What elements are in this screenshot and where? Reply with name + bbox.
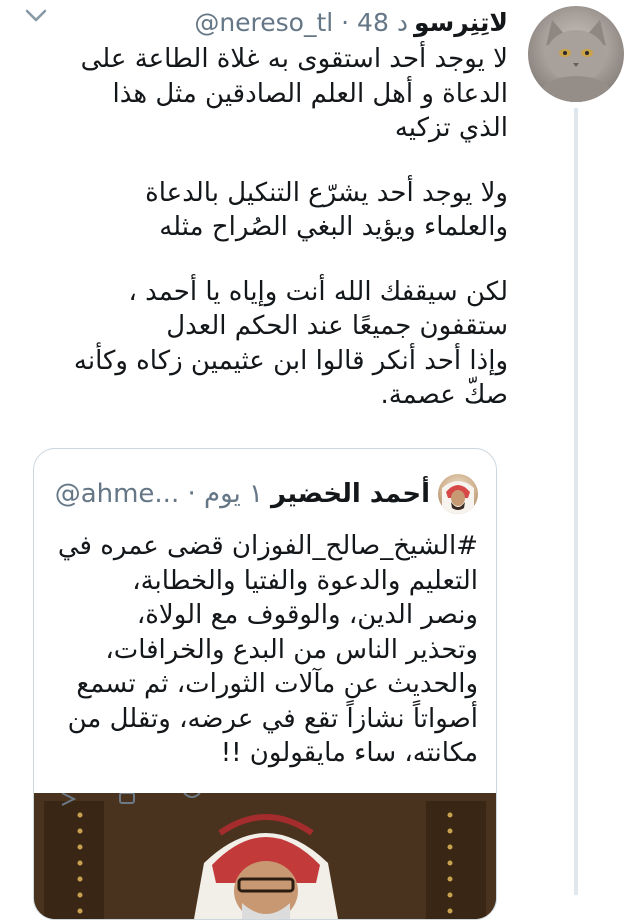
quoted-handle-and-time[interactable]: @ahme... · ١ يوم — [55, 479, 263, 509]
tweet-text: لا يوجد أحد استقوى به غلاة الطاعة على ال… — [18, 42, 508, 413]
handle-and-time[interactable]: @nereso_tl · 48 د — [194, 8, 408, 37]
quoted-text-line: أصواتاً نشازاً تقع في عرضه، وتقلل من — [67, 703, 478, 734]
quoted-media-image[interactable] — [34, 793, 496, 919]
text-line: ستقفون جميعًا عند الحكم العدل — [166, 311, 508, 341]
tweet-card: لاتِنِرسو @nereso_tl · 48 د لا يوجد أحد … — [0, 0, 640, 920]
user-avatar[interactable] — [438, 474, 478, 514]
text-line: الذي تزكيه — [394, 113, 508, 143]
text-line: الدعاة و أهل العلم الصادقين مثل هذا — [112, 78, 508, 109]
quoted-text: #الشيخ_صالح_الفوزان قضى عمره في التعليم … — [52, 529, 478, 771]
quoted-text-line: وتحذير الناس من البدع والخرافات، — [105, 634, 478, 665]
quoted-tweet[interactable]: أحمد الخضير @ahme... · ١ يوم #الشيخ_صالح… — [33, 448, 497, 920]
tweet-paragraph: ولا يوجد أحد يشرّع التنكيل بالدعاة والعل… — [18, 176, 508, 245]
tweet-paragraph: لا يوجد أحد استقوى به غلاة الطاعة على ال… — [18, 42, 508, 146]
text-line: ولا يوجد أحد يشرّع التنكيل بالدعاة — [145, 177, 508, 208]
tweet-header: لاتِنِرسو @nereso_tl · 48 د — [60, 4, 508, 40]
quoted-text-line: مكانته، ساء مايقولون !! — [220, 738, 478, 768]
thread-line — [574, 108, 578, 895]
quoted-text-line: ونصر الدين، والوقوف مع الولاة، — [136, 600, 478, 630]
tweet-paragraph: لكن سيقفك الله أنت وإياه يا أحمد ، ستقفو… — [18, 275, 508, 413]
text-line: صكّ عصمة. — [380, 380, 508, 410]
quoted-text-line: #الشيخ_صالح_الفوزان قضى عمره في — [57, 531, 478, 561]
text-line: وإذا أحد أنكر قالوا ابن عثيمين زكاه وكأن… — [73, 345, 508, 376]
text-line: لا يوجد أحد استقوى به غلاة الطاعة على — [80, 44, 508, 74]
quoted-text-line: التعليم والدعوة والفتيا والخطابة، — [132, 565, 478, 596]
text-line: لكن سيقفك الله أنت وإياه يا أحمد ، — [128, 276, 508, 307]
quoted-display-name[interactable]: أحمد الخضير — [271, 479, 430, 509]
quoted-text-line: والحديث عن مآلات الثورات، ثم تسمع — [76, 669, 478, 699]
cat-avatar[interactable] — [528, 6, 624, 102]
chevron-down-icon[interactable] — [22, 2, 50, 30]
text-line: والعلماء ويؤيد البغي الصُراح مثله — [159, 212, 508, 242]
quoted-header: أحمد الخضير @ahme... · ١ يوم — [52, 471, 478, 517]
display-name[interactable]: لاتِنِرسو — [414, 8, 508, 37]
